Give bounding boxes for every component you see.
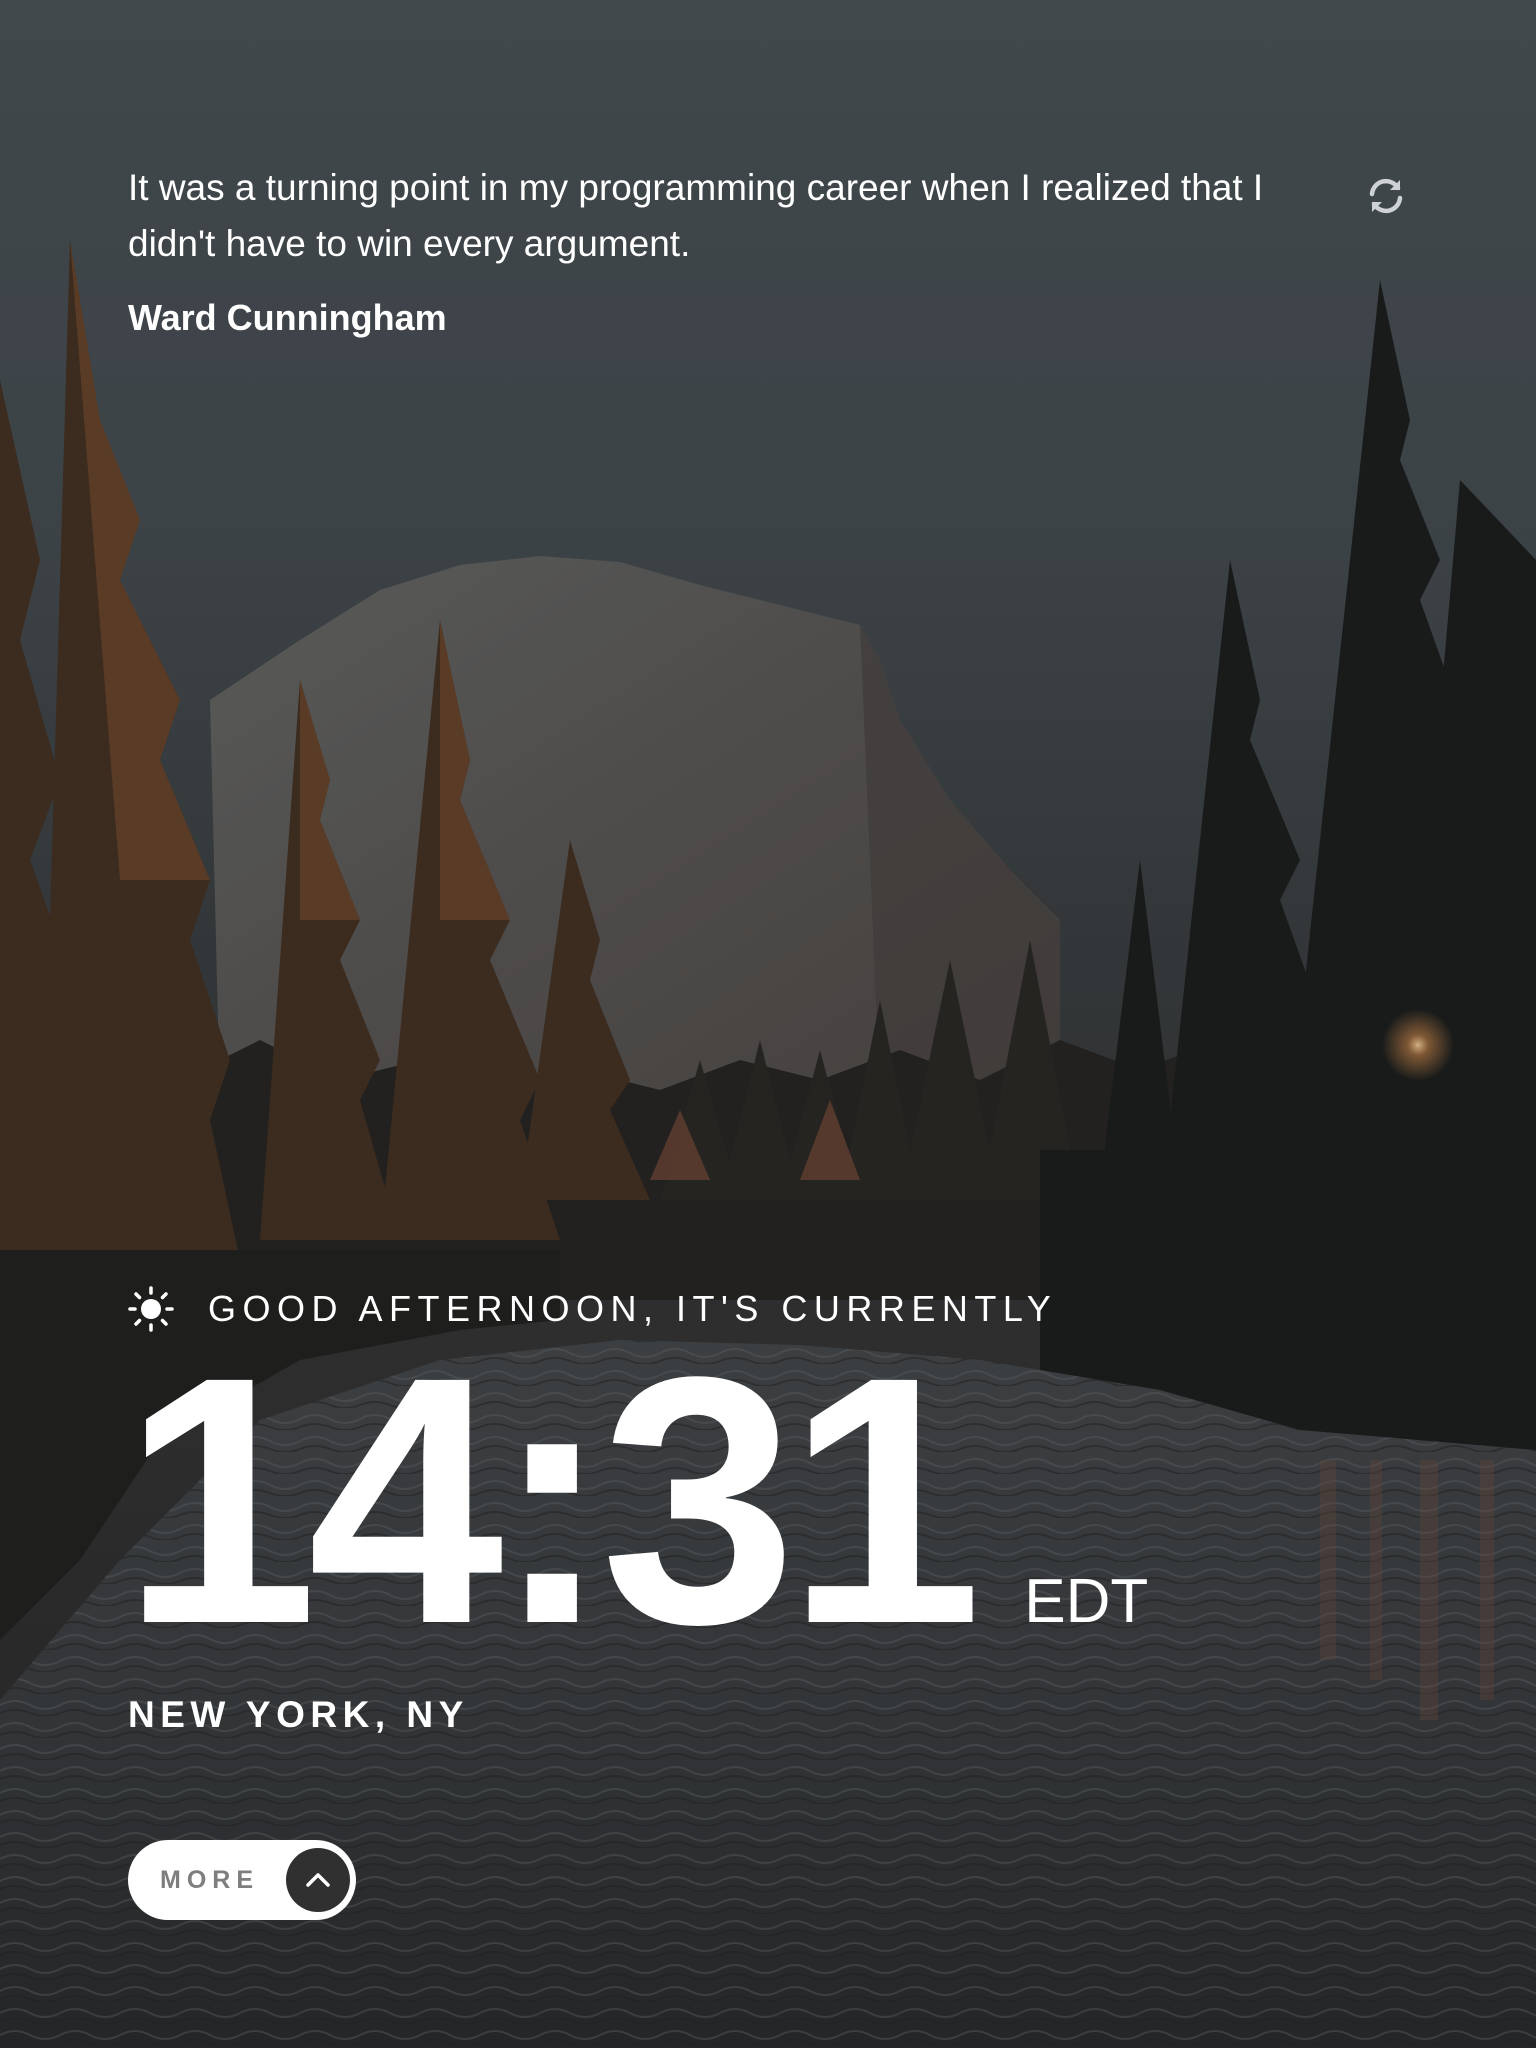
quote-author: Ward Cunningham [128, 297, 447, 338]
refresh-icon [1369, 178, 1403, 214]
timezone-label: EDT [1024, 1567, 1149, 1636]
more-button-label: MORE [160, 1866, 259, 1894]
more-button[interactable]: MORE [128, 1840, 356, 1920]
refresh-quote-button[interactable] [1364, 174, 1408, 218]
clock-display: 14:31 EDT [122, 1303, 1149, 1697]
current-time: 14:31 [122, 1303, 982, 1697]
location-label: NEW YORK, NY [128, 1694, 469, 1735]
chevron-up-icon [286, 1848, 350, 1912]
quote-text: It was a turning point in my programming… [128, 167, 1264, 264]
quote-section: It was a turning point in my programming… [128, 160, 1328, 340]
